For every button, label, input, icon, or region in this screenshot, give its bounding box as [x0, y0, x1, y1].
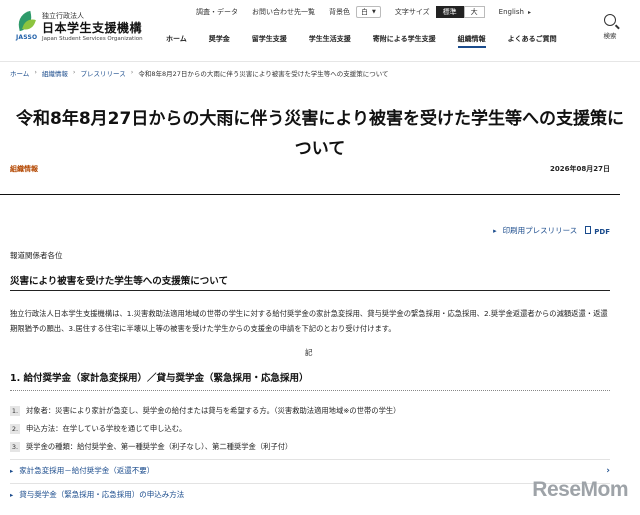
caret-right-icon: ▸	[527, 8, 531, 16]
pdf-badge: PDF	[585, 225, 610, 236]
breadcrumb-press-release[interactable]: プレスリリース	[81, 68, 126, 78]
font-size-label: 文字サイズ	[394, 8, 430, 16]
logo-org-type: 独立行政法人	[42, 12, 84, 20]
resemom-watermark: ReseMom	[532, 478, 628, 501]
page-title: 令和8年8月27日からの大雨に伴う災害により被害を受けた学生等への支援策について	[16, 109, 624, 159]
list-item: 2. 申込方法：在学している学校を通じて申し込む。	[10, 420, 610, 438]
print-press-release-link[interactable]: ▸ 印刷用プレスリリース PDF	[493, 225, 610, 236]
list-number: 1.	[10, 406, 20, 416]
list-item: 1. 対象者：災害により家計が急変し、奨学金の給付または貸与を希望する方。（災害…	[10, 402, 610, 420]
print-press-release-label: 印刷用プレスリリース	[502, 226, 578, 235]
search-icon	[604, 14, 616, 26]
link-label: 貸与奨学金（緊急採用・応急採用）の申込み方法	[19, 490, 185, 499]
subsection-title: 1. 給付奨学金（家計急変採用）／貸与奨学金（緊急採用・応急採用）	[10, 373, 309, 384]
triangle-right-icon: ▸	[10, 466, 14, 475]
search-button[interactable]: 検索	[598, 14, 622, 40]
nav-international-students[interactable]: 留学生支援	[252, 34, 287, 48]
breadcrumb-home[interactable]: ホーム	[10, 68, 29, 78]
ki-heading: 記	[305, 348, 313, 357]
caret-down-icon: ▼	[372, 9, 376, 15]
breadcrumb-current: 令和8年8月27日からの大雨に伴う災害により被害を受けた学生等への支援策について	[138, 70, 389, 78]
language-link[interactable]: English ▸	[499, 8, 531, 16]
font-size-large-button[interactable]: 大	[463, 6, 485, 18]
triangle-right-icon: ▸	[10, 490, 14, 499]
site-logo[interactable]: JASSO 独立行政法人 日本学生支援機構 Japan Student Serv…	[16, 10, 143, 43]
list-number: 3.	[10, 442, 20, 452]
publish-date: 2026年08月27日	[550, 165, 610, 173]
utility-bar: 調査・データ お問い合わせ先一覧 背景色 白 ▼ 文字サイズ 標準 大 Engli…	[196, 5, 531, 19]
chevron-right-icon: ›	[606, 465, 610, 476]
category-label[interactable]: 組織情報	[10, 164, 38, 174]
triangle-right-icon: ▸	[493, 226, 497, 235]
loan-scholarship-link[interactable]: ▸ 貸与奨学金（緊急採用・応急採用）の申込み方法	[10, 483, 610, 505]
pdf-icon	[585, 225, 592, 234]
background-color-label: 背景色	[329, 8, 350, 16]
list-item-text: 奨学金の種類：給付奨学金、第一種奨学金（利子なし）、第二種奨学金（利子付）	[26, 442, 293, 451]
dotted-divider	[10, 390, 610, 391]
breadcrumb-separator: ›	[72, 68, 76, 76]
list-number: 2.	[10, 424, 20, 434]
list-item-text: 申込方法：在学している学校を通じて申し込む。	[26, 424, 187, 433]
link-label: 家計急変採用－給付奨学金（返還不要）	[19, 466, 155, 475]
site-header: JASSO 独立行政法人 日本学生支援機構 Japan Student Serv…	[0, 0, 640, 62]
breadcrumb-separator: ›	[130, 68, 134, 76]
search-label: 検索	[603, 32, 617, 40]
nav-organization[interactable]: 組織情報	[457, 34, 486, 48]
nav-student-life[interactable]: 学生生活支援	[309, 34, 351, 48]
breadcrumb: ホーム › 組織情報 › プレスリリース › 令和8年8月27日からの大雨に伴う…	[10, 68, 389, 78]
list-item-text: 対象者：災害により家計が急変し、奨学金の給付または貸与を希望する方。（災害救助法…	[26, 406, 401, 415]
font-size-standard-button[interactable]: 標準	[435, 6, 464, 18]
main-nav: ホーム 奨学金 留学生支援 学生生活支援 寄附による学生支援 組織情報 よくある…	[166, 34, 579, 48]
section-title: 災害により被害を受けた学生等への支援策について	[10, 276, 229, 287]
jasso-logo-icon: JASSO	[16, 10, 37, 42]
numbered-list: 1. 対象者：災害により家計が急変し、奨学金の給付または貸与を希望する方。（災害…	[10, 402, 610, 456]
contact-list-link[interactable]: お問い合わせ先一覧	[252, 7, 315, 17]
nav-donation-support[interactable]: 寄附による学生支援	[373, 34, 436, 48]
list-item: 3. 奨学金の種類：給付奨学金、第一種奨学金（利子なし）、第二種奨学金（利子付）	[10, 438, 610, 456]
breadcrumb-organization[interactable]: 組織情報	[42, 68, 68, 78]
intro-paragraph: 独立行政法人日本学生支援機構は、1.災害救助法適用地域の世帯の学生に対する給付奨…	[10, 309, 608, 333]
benefit-scholarship-link[interactable]: ▸ 家計急変採用－給付奨学金（返還不要） ›	[10, 459, 610, 481]
background-color-select[interactable]: 白 ▼	[356, 6, 381, 18]
nav-home[interactable]: ホーム	[166, 34, 187, 48]
addressee: 報道関係者各位	[10, 251, 63, 260]
logo-name: 日本学生支援機構	[42, 21, 143, 35]
nav-scholarship[interactable]: 奨学金	[209, 34, 230, 48]
logo-name-en: Japan Student Services Organization	[42, 36, 143, 42]
divider	[10, 290, 610, 291]
divider	[0, 194, 620, 195]
nav-faq[interactable]: よくあるご質問	[508, 34, 557, 48]
research-data-link[interactable]: 調査・データ	[196, 7, 238, 17]
breadcrumb-separator: ›	[34, 68, 37, 76]
